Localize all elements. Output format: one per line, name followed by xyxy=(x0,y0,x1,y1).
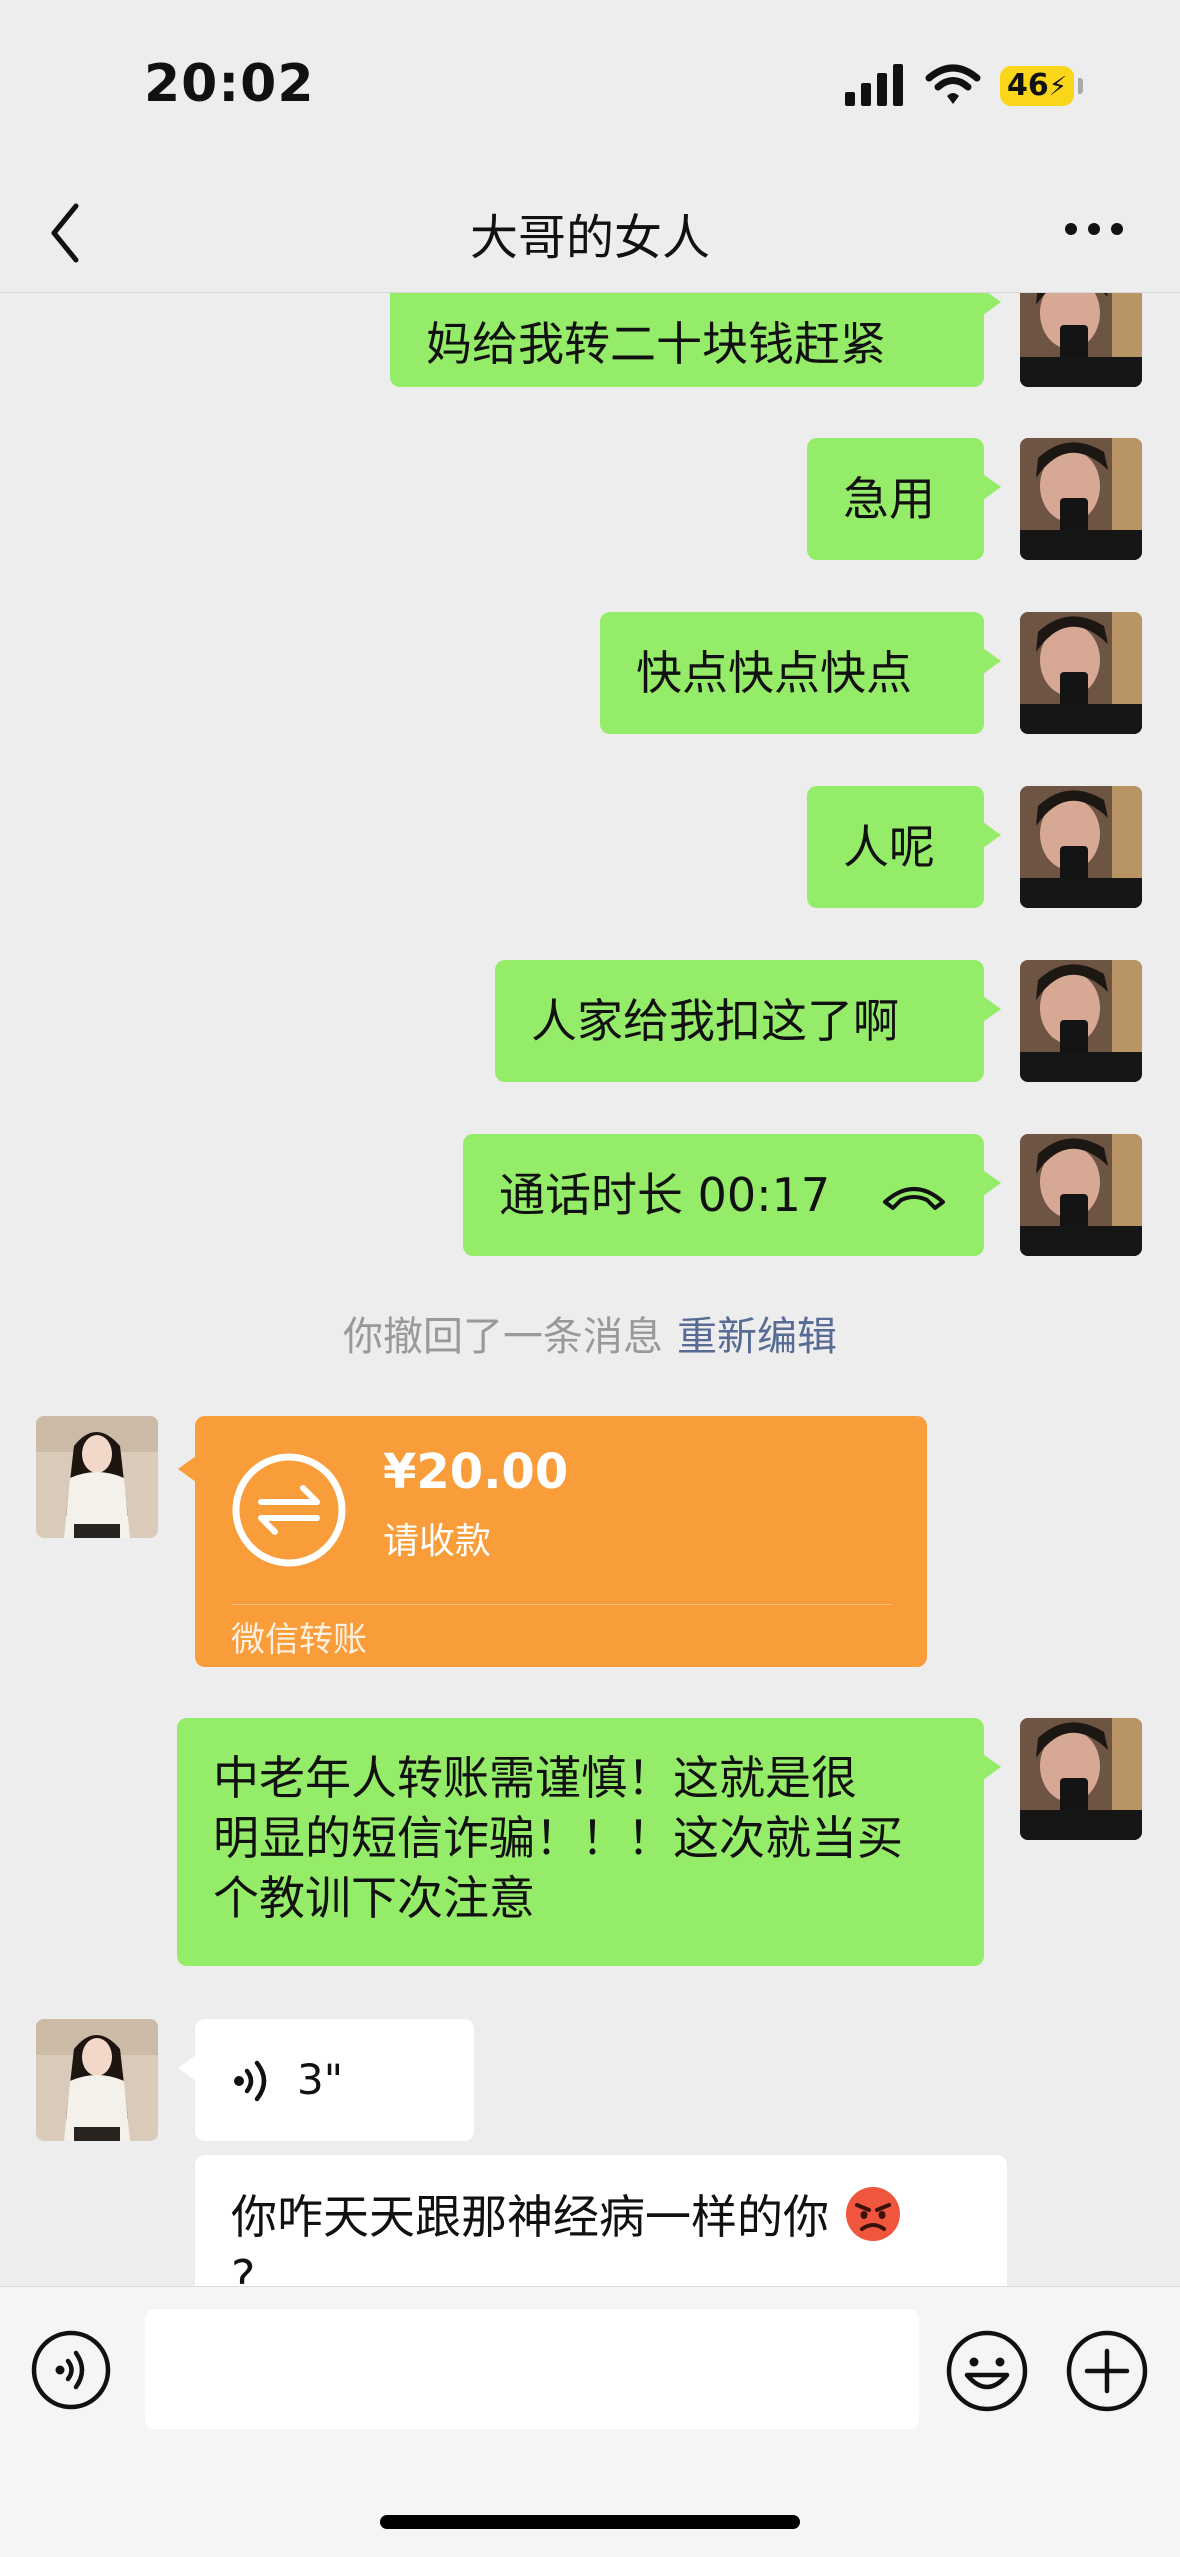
my-avatar[interactable] xyxy=(1020,438,1142,560)
outgoing-message[interactable]: 妈给我转二十块钱赶紧 xyxy=(390,293,1001,387)
voice-wave-icon xyxy=(234,2060,267,2102)
voice-message[interactable]: 3" xyxy=(178,2019,474,2141)
message-input[interactable] xyxy=(145,2309,919,2429)
outgoing-message[interactable]: 人家给我扣这了啊 xyxy=(495,960,1001,1082)
outgoing-message[interactable]: 快点快点快点 xyxy=(600,612,1001,734)
input-bar xyxy=(0,2286,1180,2557)
voice-input-icon[interactable] xyxy=(30,2329,112,2411)
call-duration-text: 通话时长 00:17 xyxy=(499,1168,831,1222)
incoming-message[interactable]: 你咋天天跟那神经病一样的你 ? xyxy=(195,2155,1007,2286)
message-text: 妈给我转二十块钱赶紧 xyxy=(426,317,886,371)
my-avatar[interactable] xyxy=(1020,1718,1142,1840)
wifi-icon xyxy=(925,64,981,104)
message-text: 人呢 xyxy=(843,820,935,874)
message-text: 急用 xyxy=(843,472,935,526)
my-avatar[interactable] xyxy=(1020,786,1142,908)
transfer-amount: ¥20.00 xyxy=(383,1444,569,1500)
re-edit-link[interactable]: 重新编辑 xyxy=(677,1314,837,1360)
transfer-message[interactable]: ¥20.00 请收款 微信转账 xyxy=(178,1416,927,1667)
chat-title: 大哥的女人 xyxy=(469,210,710,266)
my-avatar[interactable] xyxy=(1020,960,1142,1082)
signal-icon xyxy=(845,64,903,106)
status-bar: 20:02 46⚡ xyxy=(0,0,1180,170)
message-line: 你咋天天跟那神经病一样的你 xyxy=(231,2185,987,2247)
message-line: ? xyxy=(231,2250,256,2286)
plus-icon[interactable] xyxy=(1065,2329,1149,2413)
battery-indicator: 46⚡ xyxy=(1000,66,1074,106)
my-avatar[interactable] xyxy=(1020,1134,1142,1256)
transfer-footer: 微信转账 xyxy=(231,1620,367,1660)
phone-hangup-icon xyxy=(883,1187,945,1210)
my-avatar[interactable] xyxy=(1020,293,1142,387)
message-text: 快点快点快点 xyxy=(636,646,912,700)
contact-avatar[interactable] xyxy=(36,2019,158,2141)
angry-face-emoji xyxy=(845,2187,900,2241)
message-line: 个教训下次注意 xyxy=(213,1871,535,1925)
message-list[interactable]: 妈给我转二十块钱赶紧 急用 快点快点快点 人呢 人家给我扣这了啊 通话时长 00… xyxy=(0,293,1180,2286)
call-record-message[interactable]: 通话时长 00:17 xyxy=(463,1134,1001,1256)
transfer-action: 请收款 xyxy=(383,1521,492,1562)
emoji-icon[interactable] xyxy=(945,2329,1029,2413)
message-text: 人家给我扣这了啊 xyxy=(531,994,899,1048)
outgoing-message[interactable]: 中老年人转账需谨慎！这就是很 明显的短信诈骗！！！这次就当买 个教训下次注意 xyxy=(177,1718,1001,1966)
contact-avatar[interactable] xyxy=(36,1416,158,1538)
message-line: 明显的短信诈骗！！！这次就当买 xyxy=(213,1811,903,1865)
outgoing-message[interactable]: 急用 xyxy=(807,438,1001,560)
outgoing-message[interactable]: 人呢 xyxy=(807,786,1001,908)
home-indicator xyxy=(380,2515,800,2529)
message-text: 你咋天天跟那神经病一样的你 xyxy=(231,2190,829,2244)
transfer-arrows-icon xyxy=(232,1453,346,1567)
recall-notice: 你撤回了一条消息 重新编辑 xyxy=(0,1304,1180,1362)
nav-bar: 大哥的女人 xyxy=(0,170,1180,293)
message-line: 中老年人转账需谨慎！这就是很 xyxy=(213,1751,857,1805)
transfer-divider xyxy=(231,1604,891,1605)
my-avatar[interactable] xyxy=(1020,612,1142,734)
status-time: 20:02 xyxy=(144,54,315,114)
battery-tip xyxy=(1078,78,1083,94)
recall-notice-text: 你撤回了一条消息 xyxy=(343,1314,663,1360)
more-icon[interactable] xyxy=(1064,222,1124,236)
voice-duration: 3" xyxy=(297,2055,344,2104)
